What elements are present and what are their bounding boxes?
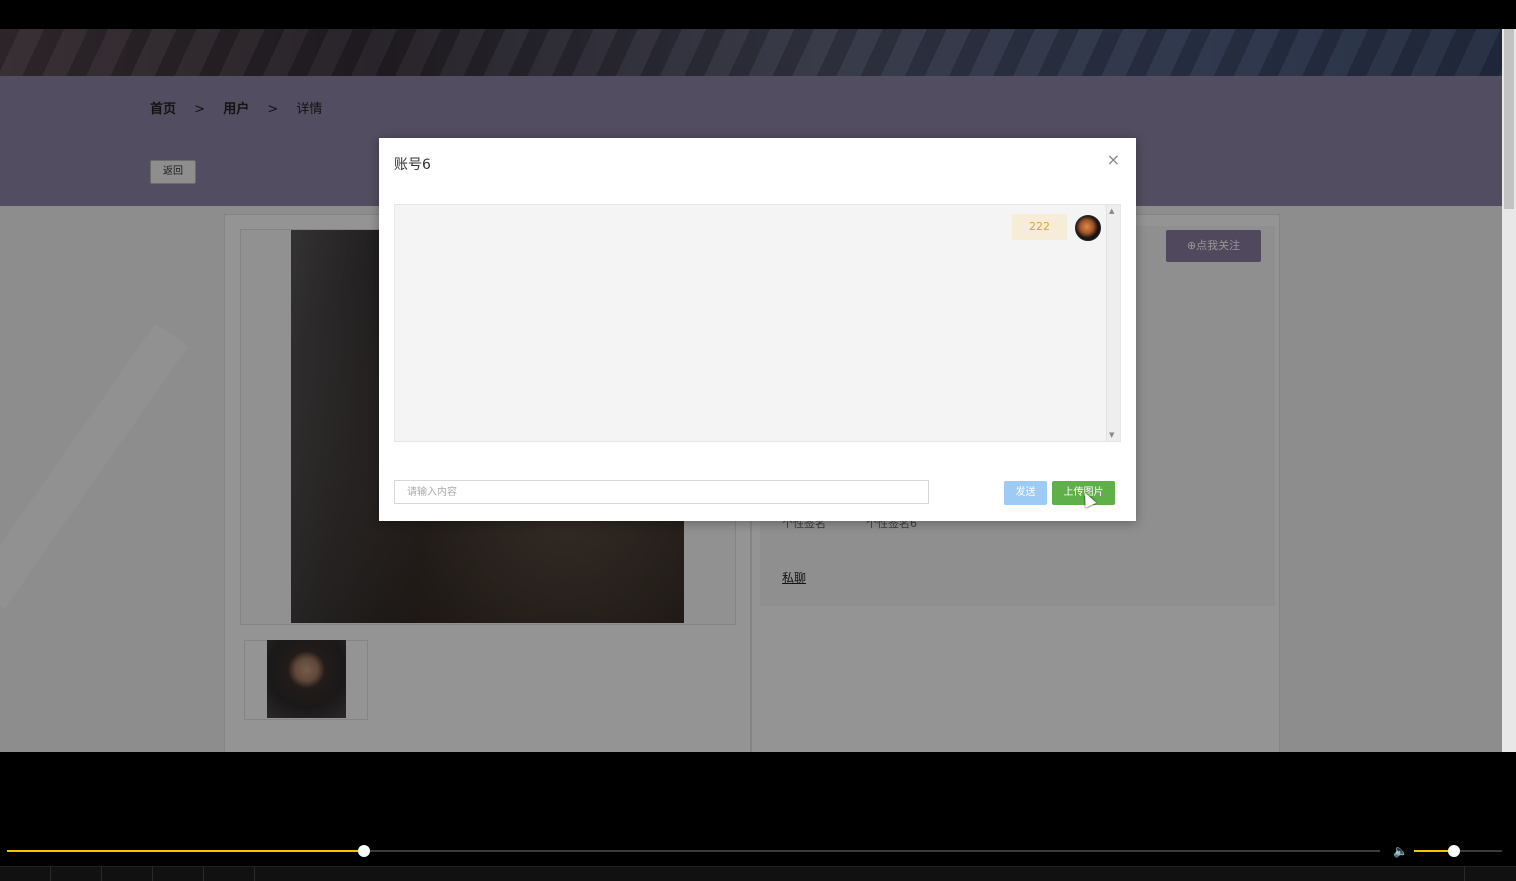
chat-scrollbar[interactable]: ▲ ▼ <box>1106 205 1120 441</box>
taskbar-divider <box>1464 867 1465 881</box>
progress-bar[interactable] <box>7 845 1380 857</box>
page-scrollbar[interactable] <box>1502 29 1516 752</box>
volume-icon[interactable]: 🔈 <box>1393 844 1408 858</box>
progress-knob[interactable] <box>357 845 370 857</box>
send-button[interactable]: 发送 <box>1004 481 1047 505</box>
progress-fill <box>7 850 364 852</box>
scroll-up-icon[interactable]: ▲ <box>1109 207 1114 215</box>
close-icon[interactable]: × <box>1107 150 1120 169</box>
chat-message-bubble: 222 <box>1012 214 1067 240</box>
chat-modal: 账号6 × 222 ▲ ▼ 请输入内容 发送 上传图片 <box>379 138 1136 521</box>
avatar <box>1075 215 1101 241</box>
volume-knob[interactable] <box>1447 845 1460 857</box>
volume-slider[interactable] <box>1414 845 1502 857</box>
taskbar-divider <box>101 867 102 881</box>
taskbar-divider <box>50 867 51 881</box>
video-player-controls: 🔈 <box>0 752 1516 881</box>
scroll-down-icon[interactable]: ▼ <box>1109 431 1114 439</box>
taskbar-strip <box>0 866 1516 881</box>
taskbar-divider <box>152 867 153 881</box>
message-input[interactable]: 请输入内容 <box>394 480 929 504</box>
taskbar-divider <box>254 867 255 881</box>
page-scrollbar-thumb[interactable] <box>1504 29 1514 209</box>
taskbar-divider <box>203 867 204 881</box>
modal-title: 账号6 <box>394 157 431 173</box>
chat-messages-area: 222 ▲ ▼ <box>394 204 1121 442</box>
